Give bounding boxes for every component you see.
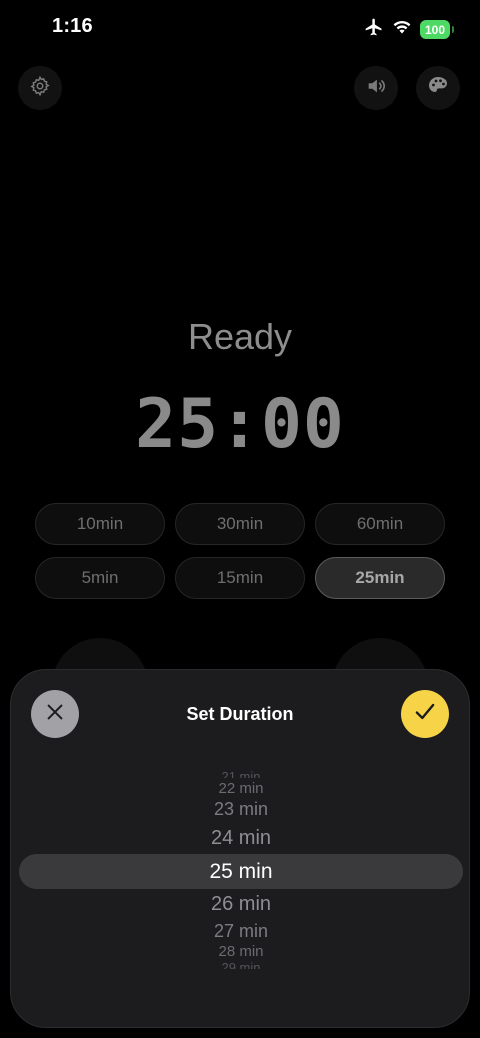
preset-label: 30min <box>216 514 264 533</box>
battery-level: 100 <box>424 22 446 37</box>
battery-icon: 100 <box>420 20 454 39</box>
preset-button[interactable]: 60min <box>315 503 445 545</box>
picker-item[interactable]: 28 min <box>19 944 463 960</box>
palette-icon <box>426 74 450 103</box>
timer-app-screen: 1:16 100 Ready 25:00 10min 30min 60min 5… <box>0 0 480 1038</box>
timer-state-label: Ready <box>187 316 293 357</box>
preset-label: 5min <box>81 568 119 587</box>
picker-item[interactable]: 23 min <box>19 799 463 819</box>
status-bar: 1:16 100 <box>0 0 480 54</box>
picker-item-selected[interactable]: 25 min <box>19 859 463 884</box>
preset-button[interactable]: 5min <box>35 557 165 599</box>
speaker-icon <box>365 75 387 102</box>
wifi-icon <box>392 19 412 40</box>
settings-button[interactable] <box>18 66 62 110</box>
picker-item[interactable]: 27 min <box>19 921 463 941</box>
status-time: 1:16 <box>52 15 93 37</box>
preset-button-selected[interactable]: 25min <box>315 557 445 599</box>
preset-button[interactable]: 10min <box>35 503 165 545</box>
preset-button[interactable]: 15min <box>175 557 305 599</box>
preset-label: 10min <box>76 514 124 533</box>
confirm-button[interactable] <box>401 690 449 738</box>
status-icons: 100 <box>364 17 454 42</box>
preset-button[interactable]: 30min <box>175 503 305 545</box>
picker-item[interactable]: 24 min <box>19 826 463 850</box>
duration-sheet: Set Duration 21 min 22 min 23 min 24 min… <box>10 669 470 1028</box>
checkmark-icon <box>412 699 438 730</box>
settings-icon <box>29 75 51 102</box>
airplane-icon <box>364 17 384 42</box>
theme-button[interactable] <box>416 66 460 110</box>
preset-grid: 10min 30min 60min 5min 15min 25min <box>35 503 445 599</box>
picker-item[interactable]: 29 min <box>19 961 463 969</box>
picker-item[interactable]: 21 min <box>19 770 463 778</box>
preset-label: 25min <box>355 568 405 587</box>
duration-picker[interactable]: 21 min 22 min 23 min 24 min 25 min 26 mi… <box>19 770 463 970</box>
preset-label: 15min <box>216 568 264 587</box>
preset-label: 60min <box>356 514 404 533</box>
sound-button[interactable] <box>354 66 398 110</box>
picker-item[interactable]: 26 min <box>19 892 463 916</box>
timer-display: 25:00 <box>135 385 345 464</box>
picker-item[interactable]: 22 min <box>19 781 463 797</box>
